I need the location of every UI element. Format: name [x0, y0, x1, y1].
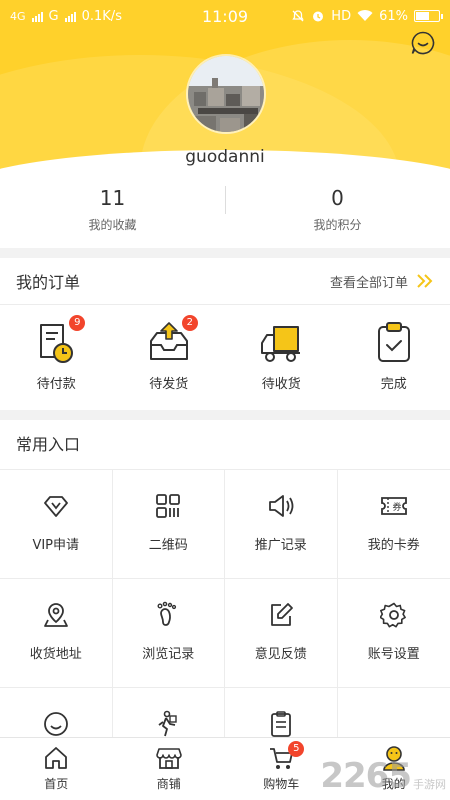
wifi-icon	[357, 10, 373, 21]
entry-label: VIP申请	[32, 538, 80, 553]
points-count: 0	[331, 186, 344, 210]
orders-row: 9 待付款 2 待发货 待收货 完成	[0, 305, 450, 409]
favorites-stat[interactable]: 11 我的收藏	[0, 180, 225, 248]
order-label: 待收货	[261, 377, 301, 392]
watermark: 2265 手游网	[320, 756, 446, 796]
person-walking-icon	[158, 710, 177, 737]
order-completed[interactable]: 完成	[338, 305, 450, 409]
mute-icon	[292, 10, 305, 22]
signal-icon	[31, 10, 43, 22]
tab-label: 购物车	[263, 777, 300, 791]
entry-label: 收货地址	[29, 647, 82, 662]
entry-shipping-address[interactable]: 收货地址	[0, 579, 113, 688]
entry-my-coupons[interactable]: 券 我的卡券	[337, 470, 450, 579]
entry-account-settings[interactable]: 账号设置	[337, 579, 450, 688]
avatar[interactable]	[186, 54, 266, 134]
location-icon	[43, 603, 68, 627]
order-label: 完成	[380, 377, 407, 392]
message-icon[interactable]	[410, 30, 436, 56]
delivery-truck-icon	[261, 326, 301, 362]
network-type-label: 4G	[10, 9, 26, 23]
battery-icon	[414, 10, 443, 22]
svg-text:券: 券	[392, 501, 401, 513]
battery-percent: 61%	[379, 8, 408, 24]
username: guodanni	[185, 147, 265, 167]
tab-label: 商铺	[156, 777, 181, 791]
favorites-label: 我的收藏	[88, 218, 137, 232]
stats-divider	[225, 186, 226, 214]
double-chevron-right-icon	[417, 274, 433, 288]
alarm-icon	[313, 11, 324, 22]
watermark-sub: 手游网	[413, 778, 446, 791]
entry-label: 我的卡券	[367, 538, 420, 553]
order-label: 待发货	[149, 377, 189, 392]
tab-shop[interactable]: 商铺	[113, 738, 226, 800]
order-label: 待付款	[36, 377, 76, 392]
tab-label: 首页	[44, 777, 69, 791]
diamond-icon	[43, 496, 68, 517]
smile-icon	[43, 712, 68, 736]
gear-icon	[379, 602, 406, 628]
view-all-orders-link[interactable]: 查看全部订单	[330, 272, 434, 291]
entry-label: 浏览记录	[142, 647, 195, 662]
qr-code-icon	[156, 494, 181, 518]
entry-label: 二维码	[148, 538, 188, 553]
battery-fill	[416, 12, 429, 20]
entries-title: 常用入口	[0, 420, 450, 470]
order-pending-shipment[interactable]: 2 待发货	[113, 305, 226, 409]
orders-title: 我的订单	[16, 273, 81, 292]
clipboard-icon	[270, 711, 291, 737]
entry-browse-history[interactable]: 浏览记录	[112, 579, 225, 688]
edit-icon	[270, 603, 293, 626]
entry-feedback[interactable]: 意见反馈	[225, 579, 338, 688]
tab-home[interactable]: 首页	[0, 738, 113, 800]
network-type-label: G	[48, 8, 59, 24]
points-stat[interactable]: 0 我的积分	[225, 180, 450, 248]
view-all-orders-label: 查看全部订单	[329, 275, 408, 291]
orders-section: 我的订单 查看全部订单 9 待付款 2 待发货 待收货 完成	[0, 258, 450, 410]
stats-panel: 11 我的收藏 0 我的积分	[0, 180, 450, 248]
status-bar: 4G G 0.1K/s 11:09 HD 61%	[0, 0, 450, 32]
watermark-number: 2265	[320, 756, 412, 796]
home-icon	[45, 747, 68, 769]
favorites-count: 11	[99, 186, 126, 210]
entry-qr-code[interactable]: 二维码	[112, 470, 225, 579]
orders-header: 我的订单 查看全部订单	[0, 258, 450, 305]
pending-payment-badge: 9	[69, 315, 86, 331]
shop-icon	[155, 748, 182, 769]
order-pending-receipt[interactable]: 待收货	[225, 305, 338, 409]
signal-icon	[64, 10, 76, 22]
entry-promotion-records[interactable]: 推广记录	[225, 470, 338, 579]
entry-label: 推广记录	[254, 538, 307, 553]
completed-icon	[377, 322, 410, 362]
entry-label: 意见反馈	[254, 647, 307, 662]
clock: 11:09	[201, 6, 249, 26]
entry-label: 账号设置	[367, 647, 420, 662]
entry-vip-apply[interactable]: VIP申请	[0, 470, 113, 579]
speaker-icon	[268, 495, 294, 517]
points-label: 我的积分	[313, 218, 362, 232]
coupon-icon: 券	[380, 497, 407, 515]
order-pending-payment[interactable]: 9 待付款	[0, 305, 113, 409]
network-speed: 0.1K/s	[81, 8, 122, 24]
footprint-icon	[157, 601, 177, 626]
cart-badge: 5	[288, 741, 305, 757]
hd-label: HD	[331, 8, 352, 24]
pending-shipment-badge: 2	[181, 315, 198, 331]
